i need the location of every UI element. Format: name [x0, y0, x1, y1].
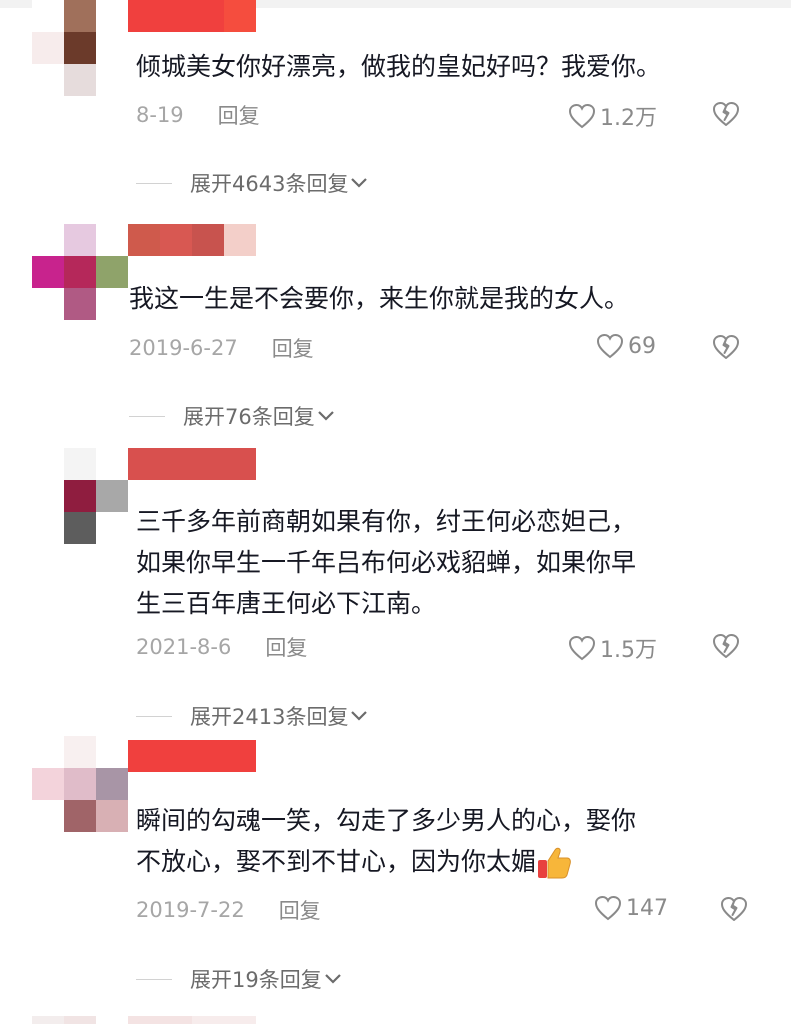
divider-line [136, 978, 172, 980]
heart-outline-icon [594, 895, 622, 921]
next-comment-peek [0, 1016, 791, 1024]
username-redacted[interactable] [128, 224, 256, 256]
avatar[interactable] [32, 448, 128, 544]
expand-replies-button[interactable]: 展开2413条回复 [136, 701, 368, 731]
heart-outline-icon [596, 333, 624, 359]
broken-heart-icon[interactable] [720, 896, 748, 922]
avatar[interactable] [32, 736, 128, 832]
comment-text: 我这一生是不会要你，来生你就是我的女人。 [129, 284, 630, 313]
like-button[interactable]: 69 [596, 333, 656, 359]
divider-line [136, 715, 172, 717]
broken-heart-icon[interactable] [712, 101, 740, 127]
heart-outline-icon [568, 635, 596, 661]
chevron-down-icon [351, 178, 368, 188]
expand-replies-button[interactable]: 展开76条回复 [129, 401, 335, 431]
like-count: 1.5万 [600, 638, 657, 663]
reply-button[interactable]: 回复 [218, 100, 260, 130]
avatar[interactable] [32, 224, 128, 320]
thumbs-up-icon [538, 847, 571, 879]
comment-date: 2019-6-27 [129, 336, 238, 360]
like-button[interactable]: 1.5万 [568, 632, 657, 664]
chevron-down-icon [324, 974, 341, 984]
reply-button[interactable]: 回复 [272, 333, 314, 363]
broken-heart-icon[interactable] [712, 334, 740, 360]
reply-button[interactable]: 回复 [265, 632, 307, 662]
chevron-down-icon [317, 411, 334, 421]
reply-button[interactable]: 回复 [279, 895, 321, 925]
avatar[interactable] [32, 0, 128, 96]
broken-heart-icon[interactable] [712, 633, 740, 659]
like-count: 147 [626, 895, 668, 921]
username-redacted[interactable] [128, 0, 256, 32]
like-button[interactable]: 147 [594, 895, 668, 921]
like-count: 1.2万 [600, 106, 657, 131]
username-redacted[interactable] [128, 740, 256, 772]
comment-date: 8-19 [136, 103, 184, 127]
comment-text: 瞬间的勾魂一笑，勾走了多少男人的心，娶你 不放心，娶不到不甘心，因为你太媚 [136, 800, 636, 882]
expand-replies-button[interactable]: 展开19条回复 [136, 964, 342, 994]
heart-outline-icon [568, 103, 596, 129]
username-redacted[interactable] [128, 448, 256, 480]
comment-date: 2019-7-22 [136, 898, 245, 922]
divider-line [136, 182, 172, 184]
comment-text: 倾城美女你好漂亮，做我的皇妃好吗？我爱你。 [136, 52, 662, 81]
like-button[interactable]: 1.2万 [568, 100, 657, 132]
like-count: 69 [628, 333, 656, 359]
expand-label: 展开19条回复 [190, 968, 322, 992]
divider-line [129, 415, 165, 417]
comment-date: 2021-8-6 [136, 635, 232, 659]
expand-label: 展开76条回复 [183, 405, 315, 429]
expand-label: 展开4643条回复 [190, 172, 349, 196]
chevron-down-icon [351, 711, 368, 721]
expand-label: 展开2413条回复 [190, 705, 349, 729]
comment-text: 三千多年前商朝如果有你，纣王何必恋妲己， 如果你早生一千年吕布何必戏貂蝉，如果你… [136, 507, 637, 618]
expand-replies-button[interactable]: 展开4643条回复 [136, 168, 368, 198]
